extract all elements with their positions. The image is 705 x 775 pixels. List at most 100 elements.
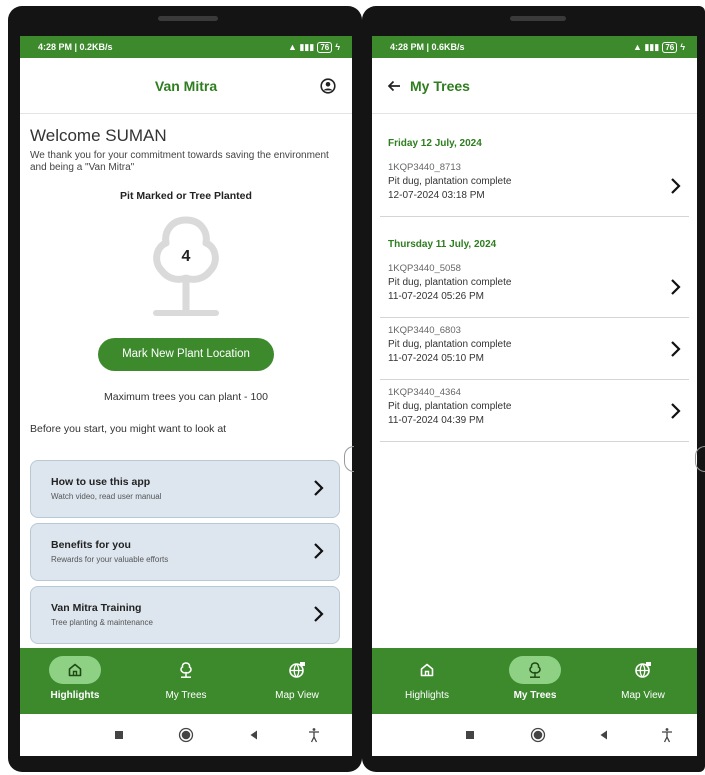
home-icon [420, 663, 434, 677]
battery-icon: 76 [662, 41, 678, 53]
nav-pill [160, 656, 212, 684]
nav-label: Map View [275, 690, 319, 701]
page-title: My Trees [410, 77, 470, 94]
status-icons: ▲ ▮▮▮ 76 ϟ [288, 41, 340, 53]
tree-list-item[interactable]: 1KQP3440_5058 Pit dug, plantation comple… [380, 256, 689, 318]
card-title: Benefits for you [51, 539, 131, 551]
nav-label: Highlights [50, 690, 100, 701]
nav-label: Map View [621, 690, 665, 701]
tree-timestamp: 11-07-2024 05:10 PM [388, 353, 484, 364]
home-icon [68, 663, 82, 677]
accessibility-icon[interactable] [306, 727, 322, 743]
nav-my-trees[interactable]: My Trees [480, 648, 590, 714]
my-trees-screen: 4:28 PM | 0.6KB/s ▲ ▮▮▮ 76 ϟ My Trees Fr… [372, 36, 697, 756]
nav-map-view[interactable]: Map View [242, 648, 352, 714]
training-card[interactable]: Van Mitra Training Tree planting & maint… [30, 586, 340, 644]
status-bar: 4:28 PM | 0.2KB/s ▲ ▮▮▮ 76 ϟ [20, 36, 352, 58]
globe-icon [635, 662, 651, 678]
phone-frame-my-trees: 4:28 PM | 0.6KB/s ▲ ▮▮▮ 76 ϟ My Trees Fr… [362, 6, 705, 772]
nav-map-view[interactable]: Map View [588, 648, 697, 714]
scroll-hint [695, 446, 705, 472]
speaker-grille [510, 16, 566, 21]
tree-timestamp: 11-07-2024 05:26 PM [388, 291, 484, 302]
speaker-grille [158, 16, 218, 21]
tree-id: 1KQP3440_8713 [388, 162, 461, 173]
how-to-use-card[interactable]: How to use this app Watch video, read us… [30, 460, 340, 518]
nav-label: Highlights [405, 690, 449, 701]
back-button-icon[interactable] [596, 727, 612, 743]
tree-icon [529, 662, 541, 678]
tree-list-item[interactable]: 1KQP3440_4364 Pit dug, plantation comple… [380, 380, 689, 442]
system-navigation-bar [372, 714, 697, 756]
status-time: 4:28 PM | 0.6KB/s [390, 42, 465, 52]
chevron-right-icon [314, 543, 324, 559]
chevron-right-icon [314, 606, 324, 622]
scroll-hint [344, 446, 354, 472]
battery-icon: 76 [317, 41, 333, 53]
pit-marked-title: Pit Marked or Tree Planted [120, 190, 252, 202]
tree-timestamp: 12-07-2024 03:18 PM [388, 190, 485, 201]
nav-pill [49, 656, 101, 684]
chevron-right-icon [671, 403, 681, 419]
status-icons: ▲ ▮▮▮ 76 ϟ [633, 41, 685, 53]
status-time: 4:28 PM | 0.2KB/s [38, 42, 113, 52]
back-arrow-icon[interactable] [386, 78, 402, 94]
tree-id: 1KQP3440_5058 [388, 263, 461, 274]
app-bar: My Trees [372, 58, 697, 114]
chevron-right-icon [671, 279, 681, 295]
tree-timestamp: 11-07-2024 04:39 PM [388, 415, 484, 426]
tree-status: Pit dug, plantation complete [388, 339, 512, 350]
card-subtitle: Rewards for your valuable efforts [51, 555, 169, 564]
tree-id: 1KQP3440_6803 [388, 325, 461, 336]
charging-icon: ϟ [335, 42, 340, 52]
tree-outline-icon [153, 216, 219, 316]
nav-highlights[interactable]: Highlights [372, 648, 482, 714]
welcome-heading: Welcome SUMAN [30, 126, 167, 145]
globe-icon [289, 662, 305, 678]
benefits-card[interactable]: Benefits for you Rewards for your valuab… [30, 523, 340, 581]
charging-icon: ϟ [680, 42, 685, 52]
bottom-navigation: Highlights My Trees Map View [20, 648, 352, 714]
date-header: Friday 12 July, 2024 [388, 138, 482, 149]
nav-highlights[interactable]: Highlights [20, 648, 130, 714]
tree-list-item[interactable]: 1KQP3440_6803 Pit dug, plantation comple… [380, 318, 689, 380]
tree-counter: 4 [136, 210, 236, 322]
home-button-icon[interactable] [530, 727, 546, 743]
nav-pill [401, 656, 453, 684]
recents-icon[interactable] [462, 727, 478, 743]
date-header: Thursday 11 July, 2024 [388, 239, 497, 250]
accessibility-icon[interactable] [659, 727, 675, 743]
thanks-text: We thank you for your commitment towards… [30, 150, 329, 173]
app-bar: Van Mitra [20, 58, 352, 114]
home-screen: 4:28 PM | 0.2KB/s ▲ ▮▮▮ 76 ϟ Van Mitra W… [20, 36, 352, 756]
chevron-right-icon [671, 341, 681, 357]
tree-status: Pit dug, plantation complete [388, 176, 512, 187]
mark-new-plant-location-button[interactable]: Mark New Plant Location [98, 338, 274, 371]
recents-icon[interactable] [111, 727, 127, 743]
home-button-icon[interactable] [178, 727, 194, 743]
nav-my-trees[interactable]: My Trees [131, 648, 241, 714]
nav-label: My Trees [165, 690, 207, 701]
tree-list-item[interactable]: 1KQP3440_8713 Pit dug, plantation comple… [380, 155, 689, 217]
chevron-right-icon [314, 480, 324, 496]
nav-pill [509, 656, 561, 684]
before-start-text: Before you start, you might want to look… [30, 423, 227, 435]
phone-frame-home: 4:28 PM | 0.2KB/s ▲ ▮▮▮ 76 ϟ Van Mitra W… [8, 6, 362, 772]
tree-id: 1KQP3440_4364 [388, 387, 461, 398]
card-subtitle: Tree planting & maintenance [51, 618, 153, 627]
bottom-navigation: Highlights My Trees Map View [372, 648, 697, 714]
signal-icon: ▲ ▮▮▮ [633, 41, 660, 52]
tree-icon [180, 662, 192, 678]
tree-count-value: 4 [181, 248, 191, 265]
card-subtitle: Watch video, read user manual [51, 492, 162, 501]
nav-pill [271, 656, 323, 684]
back-button-icon[interactable] [246, 727, 262, 743]
profile-icon[interactable] [320, 78, 336, 94]
tree-status: Pit dug, plantation complete [388, 277, 512, 288]
system-navigation-bar [20, 714, 352, 756]
app-title: Van Mitra [154, 77, 218, 94]
status-bar: 4:28 PM | 0.6KB/s ▲ ▮▮▮ 76 ϟ [372, 36, 697, 58]
signal-icon: ▲ ▮▮▮ [288, 41, 315, 52]
card-title: How to use this app [51, 476, 151, 488]
card-title: Van Mitra Training [51, 602, 142, 614]
